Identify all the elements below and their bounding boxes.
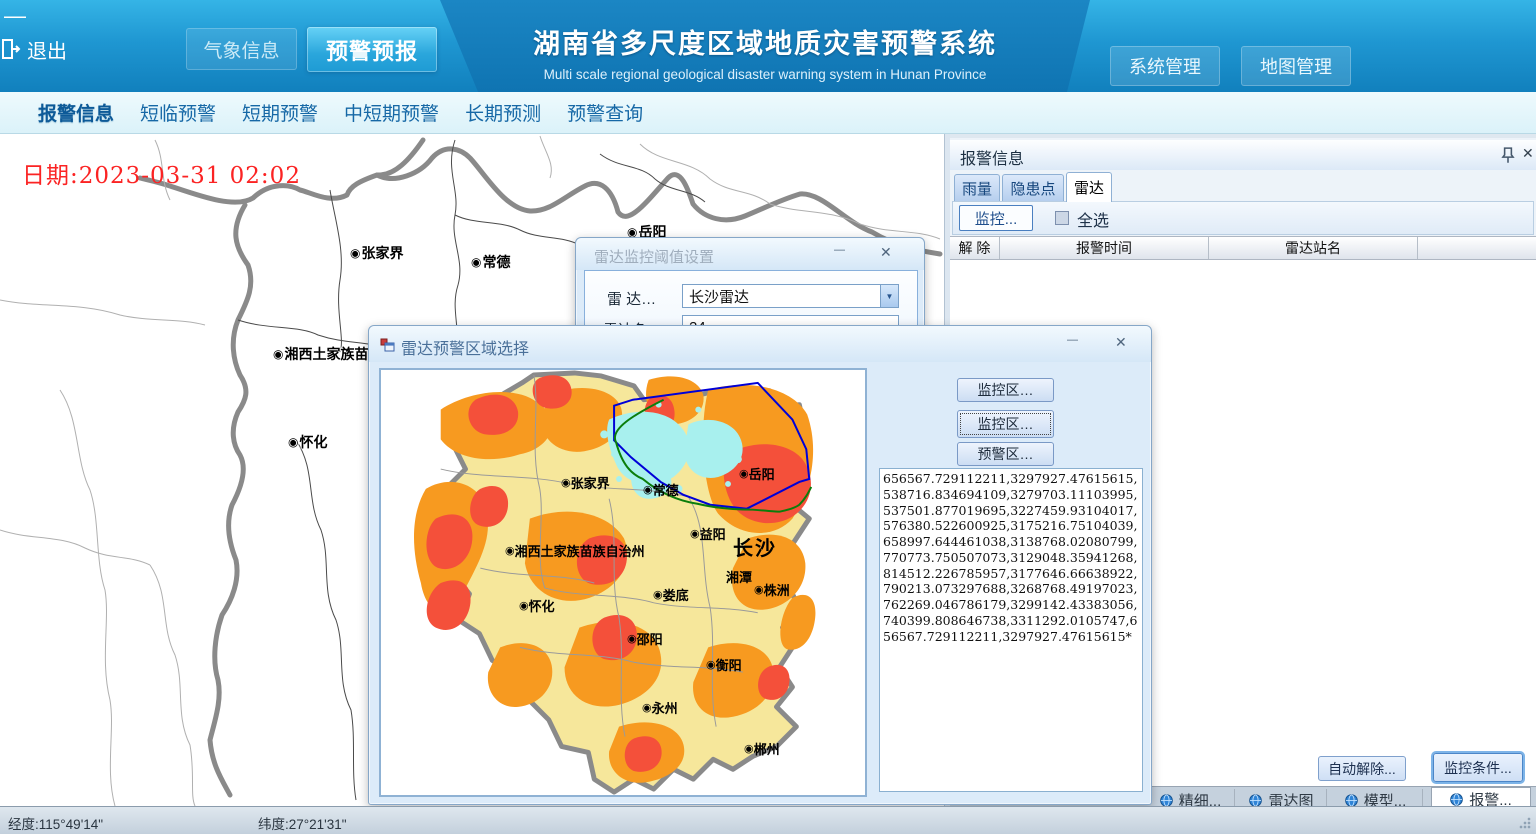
select-all-checkbox[interactable] <box>1055 211 1069 225</box>
rcity-yueyang: ◉岳阳 <box>739 464 775 483</box>
map-date-label: 日期:2023-03-31 02:02 <box>22 156 301 190</box>
subnav-nowcast[interactable]: 短临预警 <box>140 99 216 126</box>
dialog-title: 雷达预警区域选择 <box>401 335 529 359</box>
dialog-minimize-icon[interactable]: — <box>1067 334 1078 346</box>
exit-button[interactable]: 退出 <box>0 32 76 66</box>
status-bar: 经度:115°49'14" 纬度:27°21'31" <box>0 806 1536 834</box>
rcity-yiyang: ◉益阳 <box>690 524 726 543</box>
dialog-titlebar[interactable]: 雷达预警区域选择 — ✕ <box>369 326 1151 362</box>
alarm-table-header: 解 除 报警时间 雷达站名 <box>950 236 1536 260</box>
radar-select-value: 长沙雷达 <box>683 286 880 307</box>
warning-region-map[interactable]: ◉张家界 ◉常德 ◉岳阳 ◉益阳 ◉湘西土家族苗族自治州 长沙 湘潭 ◉株洲 ◉… <box>379 368 867 797</box>
column-release[interactable]: 解 除 <box>950 237 1000 259</box>
globe-icon <box>1450 793 1463 806</box>
nav-warning-forecast-button[interactable]: 预警预报 <box>307 27 437 72</box>
resize-grip[interactable] <box>1519 817 1531 829</box>
radar-select-combobox[interactable]: 长沙雷达 ▼ <box>682 284 899 308</box>
select-all-label: 全选 <box>1077 207 1109 231</box>
latitude-readout: 纬度:27°21'31" <box>258 813 347 833</box>
subnav-alarm-info[interactable]: 报警信息 <box>38 99 114 126</box>
hunan-warning-map <box>381 370 865 795</box>
dialog-minimize-icon[interactable]: — <box>834 244 845 256</box>
city-label-huaihua: ◉ 怀化 <box>288 432 327 452</box>
subnav-warning-query[interactable]: 预警查询 <box>567 99 643 126</box>
column-alarm-time[interactable]: 报警时间 <box>1000 237 1209 259</box>
city-marker-icon: ◉ <box>350 246 360 260</box>
dialog-title: 雷达监控阈值设置 <box>594 246 714 267</box>
city-label-zhangjiajie: ◉ 张家界 <box>350 243 403 263</box>
rcity-zhangjiajie: ◉张家界 <box>561 473 610 492</box>
monitor-button[interactable]: 监控... <box>959 205 1033 231</box>
column-radar-station[interactable]: 雷达站名 <box>1209 237 1418 259</box>
panel-titlebar: 报警信息 ✕ <box>950 140 1536 170</box>
rcity-changsha: 长沙 <box>733 532 777 561</box>
rcity-shaoyang: ◉邵阳 <box>627 629 663 648</box>
window-icon <box>380 337 395 352</box>
city-marker-icon: ◉ <box>471 255 481 269</box>
globe-icon <box>1160 794 1173 807</box>
subnav-mid-shortterm[interactable]: 中短期预警 <box>344 99 439 126</box>
region-coordinates-textbox[interactable]: 656567.729112211,3297927.47615615,538716… <box>879 468 1143 792</box>
nav-system-manage-button[interactable]: 系统管理 <box>1110 46 1220 86</box>
monitor-region-button-1[interactable]: 监控区… <box>957 378 1054 402</box>
city-label-changde: ◉ 常德 <box>471 252 510 272</box>
exit-door-icon <box>0 38 21 60</box>
panel-toolbar: 监控... 全选 <box>952 201 1534 235</box>
monitor-condition-button[interactable]: 监控条件... <box>1433 753 1523 782</box>
monitor-region-button-2[interactable]: 监控区… <box>957 410 1054 438</box>
globe-icon <box>1345 794 1358 807</box>
rcity-xiangtan: 湘潭 <box>726 567 752 586</box>
app-subtitle: Multi scale regional geological disaster… <box>440 67 1090 82</box>
app-title: 湖南省多尺度区域地质灾害预警系统 <box>440 22 1090 61</box>
radar-threshold-dialog: 雷达监控阈值设置 — ✕ 雷 达… 长沙雷达 ▼ 雷达色 … 24 <box>575 237 925 333</box>
pin-icon[interactable] <box>1500 147 1516 165</box>
warning-region-button[interactable]: 预警区… <box>957 442 1054 466</box>
subnav-longterm[interactable]: 长期预测 <box>465 99 541 126</box>
chevron-down-icon[interactable]: ▼ <box>880 285 898 307</box>
longitude-readout: 经度:115°49'14" <box>8 813 103 833</box>
column-filler <box>1418 237 1536 259</box>
tab-radar[interactable]: 雷达 <box>1066 172 1112 202</box>
city-marker-icon: ◉ <box>288 435 298 449</box>
rcity-chenzhou: ◉郴州 <box>744 739 780 758</box>
app-header: 气象信息 预警预报 湖南省多尺度区域地质灾害预警系统 Multi scale r… <box>0 0 1536 92</box>
city-marker-icon: ◉ <box>273 347 283 361</box>
tab-hazard-points[interactable]: 隐患点 <box>1002 174 1064 201</box>
nav-map-manage-button[interactable]: 地图管理 <box>1241 46 1351 86</box>
dialog-titlebar[interactable]: 雷达监控阈值设置 — ✕ <box>576 238 924 270</box>
exit-label: 退出 <box>27 35 67 64</box>
globe-icon <box>1249 794 1262 807</box>
dialog-close-icon[interactable]: ✕ <box>880 244 892 261</box>
auto-release-button[interactable]: 自动解除... <box>1318 756 1406 781</box>
radar-warning-region-dialog: 雷达预警区域选择 — ✕ <box>368 325 1152 805</box>
app-title-banner: 湖南省多尺度区域地质灾害预警系统 Multi scale regional ge… <box>440 0 1090 92</box>
subnav-shortterm[interactable]: 短期预警 <box>242 99 318 126</box>
dialog-body: 雷 达… 长沙雷达 ▼ 雷达色 … 24 <box>584 270 918 333</box>
dialog-close-icon[interactable]: ✕ <box>1115 334 1127 351</box>
panel-close-icon[interactable]: ✕ <box>1522 145 1534 162</box>
rcity-loudi: ◉娄底 <box>653 585 689 604</box>
radar-select-label: 雷 达… <box>607 288 656 309</box>
tab-rainfall[interactable]: 雨量 <box>954 174 1000 201</box>
rcity-huaihua: ◉怀化 <box>519 596 555 615</box>
rcity-hengyang: ◉衡阳 <box>706 655 742 674</box>
rcity-zhuzhou: ◉株洲 <box>754 580 790 599</box>
nav-weather-info-button[interactable]: 气象信息 <box>186 28 297 70</box>
rcity-yongzhou: ◉永州 <box>642 698 678 717</box>
minimize-button[interactable]: — <box>0 0 30 32</box>
rcity-xiangxi: ◉湘西土家族苗族自治州 <box>505 541 645 560</box>
warning-subnav: 报警信息 短临预警 短期预警 中短期预警 长期预测 预警查询 <box>0 92 1536 134</box>
rcity-changde: ◉常德 <box>643 480 679 499</box>
panel-title: 报警信息 <box>960 145 1024 169</box>
